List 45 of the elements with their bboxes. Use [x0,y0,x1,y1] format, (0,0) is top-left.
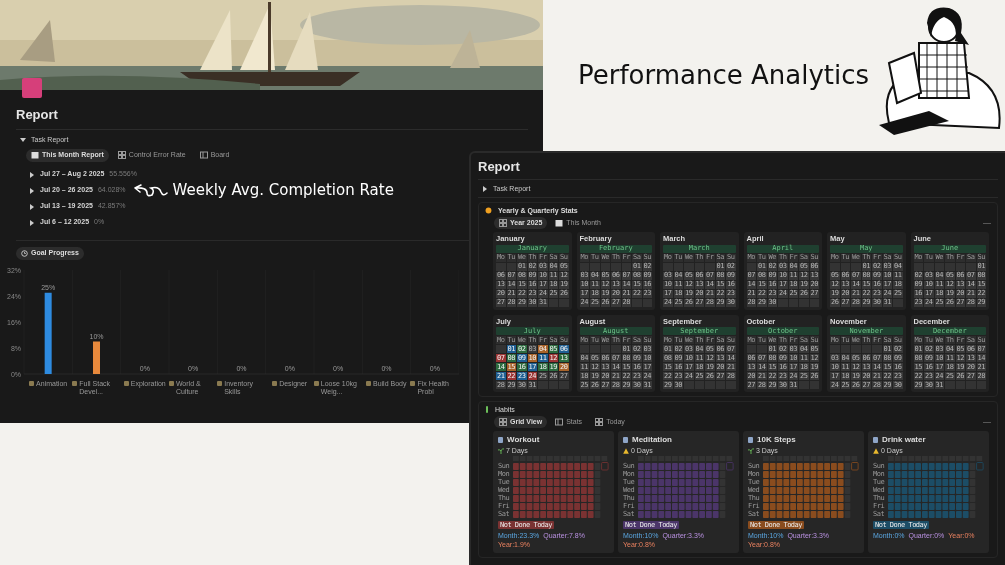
tag-icon [366,380,371,386]
annotation-text: Weekly Avg. Completion Rate [172,180,394,202]
warning-icon [623,447,629,454]
grid-icon [595,418,604,426]
board-icon [555,418,564,426]
tag-icon [272,380,278,386]
sprout-icon [748,447,754,454]
warning-icon [873,447,879,454]
expand-triangle-icon[interactable] [29,187,35,194]
expand-triangle-icon[interactable] [29,171,35,178]
grid-icon [117,151,126,159]
habit-icon [873,437,878,443]
habit-title: Meditation [632,436,672,444]
expand-triangle-icon[interactable] [482,185,488,192]
tag-icon [217,380,223,386]
tag-icon [29,380,35,386]
expand-triangle-icon[interactable] [29,203,35,210]
tag-icon [313,380,319,386]
tag-icon [410,380,416,386]
habit-title: 10K Steps [757,436,796,444]
habit-icon [748,437,753,443]
clock-icon [21,249,28,257]
more-icon[interactable] [983,420,991,424]
habit-title: Drink water [882,436,926,444]
board-icon [199,151,208,159]
more-icon[interactable] [983,221,991,225]
calendar-icon [555,219,564,227]
page-title: Report [16,108,59,121]
banner-title: Performance Analytics [578,59,870,92]
collapse-triangle-icon[interactable] [20,137,26,144]
curly-arrow-icon [132,183,169,198]
calendar-icon [31,151,39,159]
bar [93,341,100,374]
grid-icon [499,219,507,227]
tag-icon [168,380,174,386]
habit-icon [623,437,628,443]
grid-icon [499,418,507,426]
tag-icon [123,380,129,386]
sprout-icon [498,447,504,454]
expand-triangle-icon[interactable] [29,219,35,226]
tag-icon [72,380,78,386]
habit-title: Workout [507,436,540,444]
habit-icon [498,437,503,443]
sun-icon [485,207,492,214]
page-title: Report [478,160,521,173]
